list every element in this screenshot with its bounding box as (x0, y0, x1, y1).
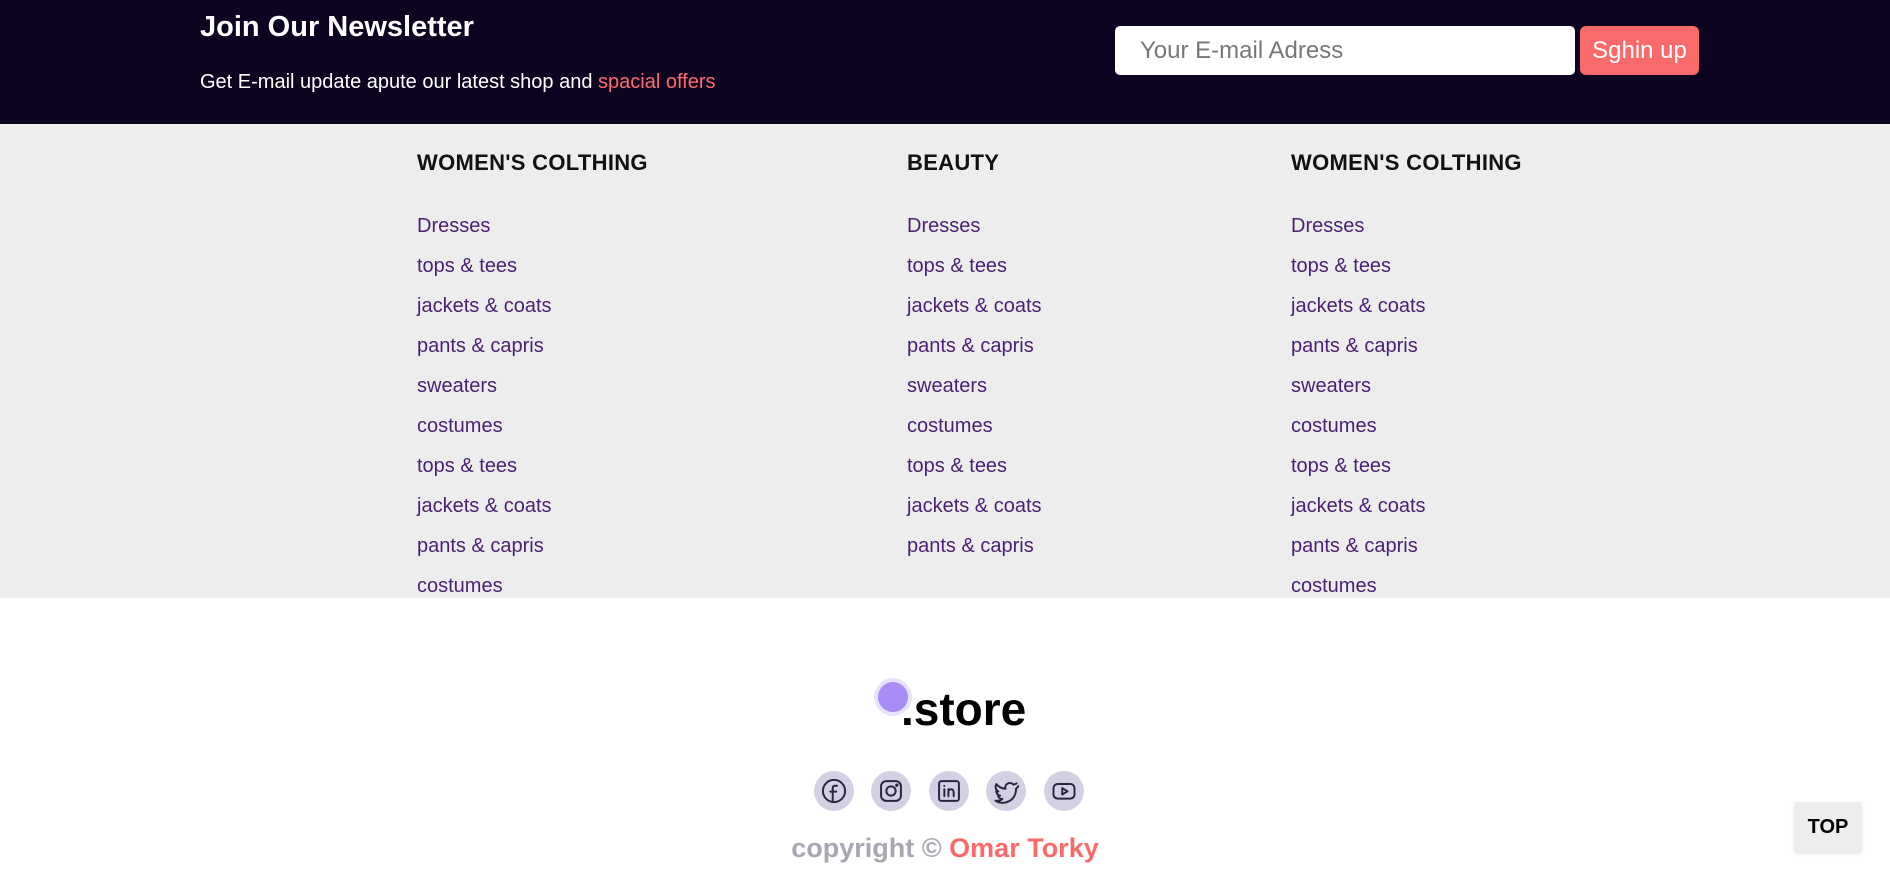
footer-link[interactable]: costumes (1291, 575, 1377, 597)
footer-link[interactable]: Dresses (417, 215, 490, 237)
youtube-icon (1052, 783, 1076, 800)
list-item: pants & capris (1291, 526, 1426, 566)
list-item: costumes (417, 406, 552, 446)
list-item: costumes (1291, 566, 1426, 606)
footer-link[interactable]: costumes (417, 415, 503, 437)
list-item: tops & tees (1291, 246, 1426, 286)
scroll-top-button[interactable]: TOP (1794, 802, 1862, 852)
column-heading: BEAUTY (907, 150, 1000, 175)
footer-link[interactable]: pants & capris (1291, 335, 1418, 357)
list-item: sweaters (907, 366, 1042, 406)
newsletter-section: Join Our Newsletter Get E-mail update ap… (0, 0, 1890, 124)
list-item: pants & capris (417, 526, 552, 566)
footer-link[interactable]: costumes (417, 575, 503, 597)
footer-link[interactable]: tops & tees (417, 255, 517, 277)
list-item: tops & tees (417, 446, 552, 486)
footer-link[interactable]: pants & capris (907, 535, 1034, 557)
copyright-line: copyright © Omar Torky (0, 833, 1890, 864)
brand-logo[interactable]: .store (875, 672, 1055, 735)
list-item: pants & capris (907, 526, 1042, 566)
email-input[interactable] (1115, 26, 1575, 75)
list-item: jackets & coats (417, 486, 552, 526)
footer-link[interactable]: jackets & coats (907, 295, 1042, 317)
footer-link[interactable]: sweaters (417, 375, 497, 397)
list-item: jackets & coats (907, 486, 1042, 526)
footer-link[interactable]: jackets & coats (417, 495, 552, 517)
footer-link[interactable]: Dresses (907, 215, 980, 237)
footer-link[interactable]: tops & tees (417, 455, 517, 477)
list-item: jackets & coats (1291, 486, 1426, 526)
newsletter-subtitle-accent: spacial offers (598, 71, 716, 93)
footer-link[interactable]: jackets & coats (1291, 495, 1426, 517)
list-item: Dresses (1291, 206, 1426, 246)
footer-link[interactable]: pants & capris (1291, 535, 1418, 557)
list-item: tops & tees (907, 446, 1042, 486)
list-item: tops & tees (907, 246, 1042, 286)
list-item: jackets & coats (417, 286, 552, 326)
list-item: sweaters (1291, 366, 1426, 406)
footer-link[interactable]: pants & capris (417, 535, 544, 557)
copyright-prefix: copyright © (791, 833, 942, 863)
list-item: jackets & coats (907, 286, 1042, 326)
list-item: costumes (1291, 406, 1426, 446)
footer-link[interactable]: tops & tees (907, 255, 1007, 277)
linkedin-icon (938, 780, 960, 802)
newsletter-title: Join Our Newsletter (200, 11, 474, 43)
list-item: costumes (907, 406, 1042, 446)
list-item: Dresses (417, 206, 552, 246)
column-link-list: Dresses tops & tees jackets & coats pant… (417, 206, 552, 606)
footer-link[interactable]: tops & tees (1291, 255, 1391, 277)
footer-link[interactable]: tops & tees (907, 455, 1007, 477)
list-item: tops & tees (417, 246, 552, 286)
instagram-icon (880, 780, 902, 802)
footer-link[interactable]: jackets & coats (907, 495, 1042, 517)
column-heading: WOMEN'S COLTHING (417, 150, 648, 175)
footer-link[interactable]: pants & capris (417, 335, 544, 357)
brand-name: .store (901, 683, 1027, 735)
footer-links-section: WOMEN'S COLTHING Dresses tops & tees jac… (0, 124, 1890, 598)
list-item: pants & capris (907, 326, 1042, 366)
newsletter-subtitle-text: Get E-mail update apute our latest shop … (200, 71, 593, 93)
list-item: pants & capris (417, 326, 552, 366)
newsletter-subtitle: Get E-mail update apute our latest shop … (200, 71, 716, 94)
footer-link[interactable]: Dresses (1291, 215, 1364, 237)
list-item: Dresses (907, 206, 1042, 246)
footer-link[interactable]: sweaters (907, 375, 987, 397)
footer-link[interactable]: sweaters (1291, 375, 1371, 397)
youtube-link[interactable] (1044, 771, 1084, 811)
copyright-author: Omar Torky (949, 833, 1099, 863)
instagram-link[interactable] (871, 771, 911, 811)
list-item: costumes (417, 566, 552, 606)
column-link-list: Dresses tops & tees jackets & coats pant… (1291, 206, 1426, 606)
footer-link[interactable]: pants & capris (907, 335, 1034, 357)
facebook-link[interactable] (814, 771, 854, 811)
linkedin-link[interactable] (929, 771, 969, 811)
footer-link[interactable]: jackets & coats (1291, 295, 1426, 317)
twitter-link[interactable] (986, 771, 1026, 811)
list-item: tops & tees (1291, 446, 1426, 486)
facebook-icon (821, 778, 847, 804)
footer-link[interactable]: tops & tees (1291, 455, 1391, 477)
twitter-icon (994, 782, 1020, 804)
list-item: sweaters (417, 366, 552, 406)
list-item: pants & capris (1291, 326, 1426, 366)
column-heading: WOMEN'S COLTHING (1291, 150, 1522, 175)
list-item: jackets & coats (1291, 286, 1426, 326)
footer-link[interactable]: jackets & coats (417, 295, 552, 317)
signup-button[interactable]: Sghin up (1580, 26, 1699, 75)
footer-link[interactable]: costumes (1291, 415, 1377, 437)
column-link-list: Dresses tops & tees jackets & coats pant… (907, 206, 1042, 566)
footer-link[interactable]: costumes (907, 415, 993, 437)
